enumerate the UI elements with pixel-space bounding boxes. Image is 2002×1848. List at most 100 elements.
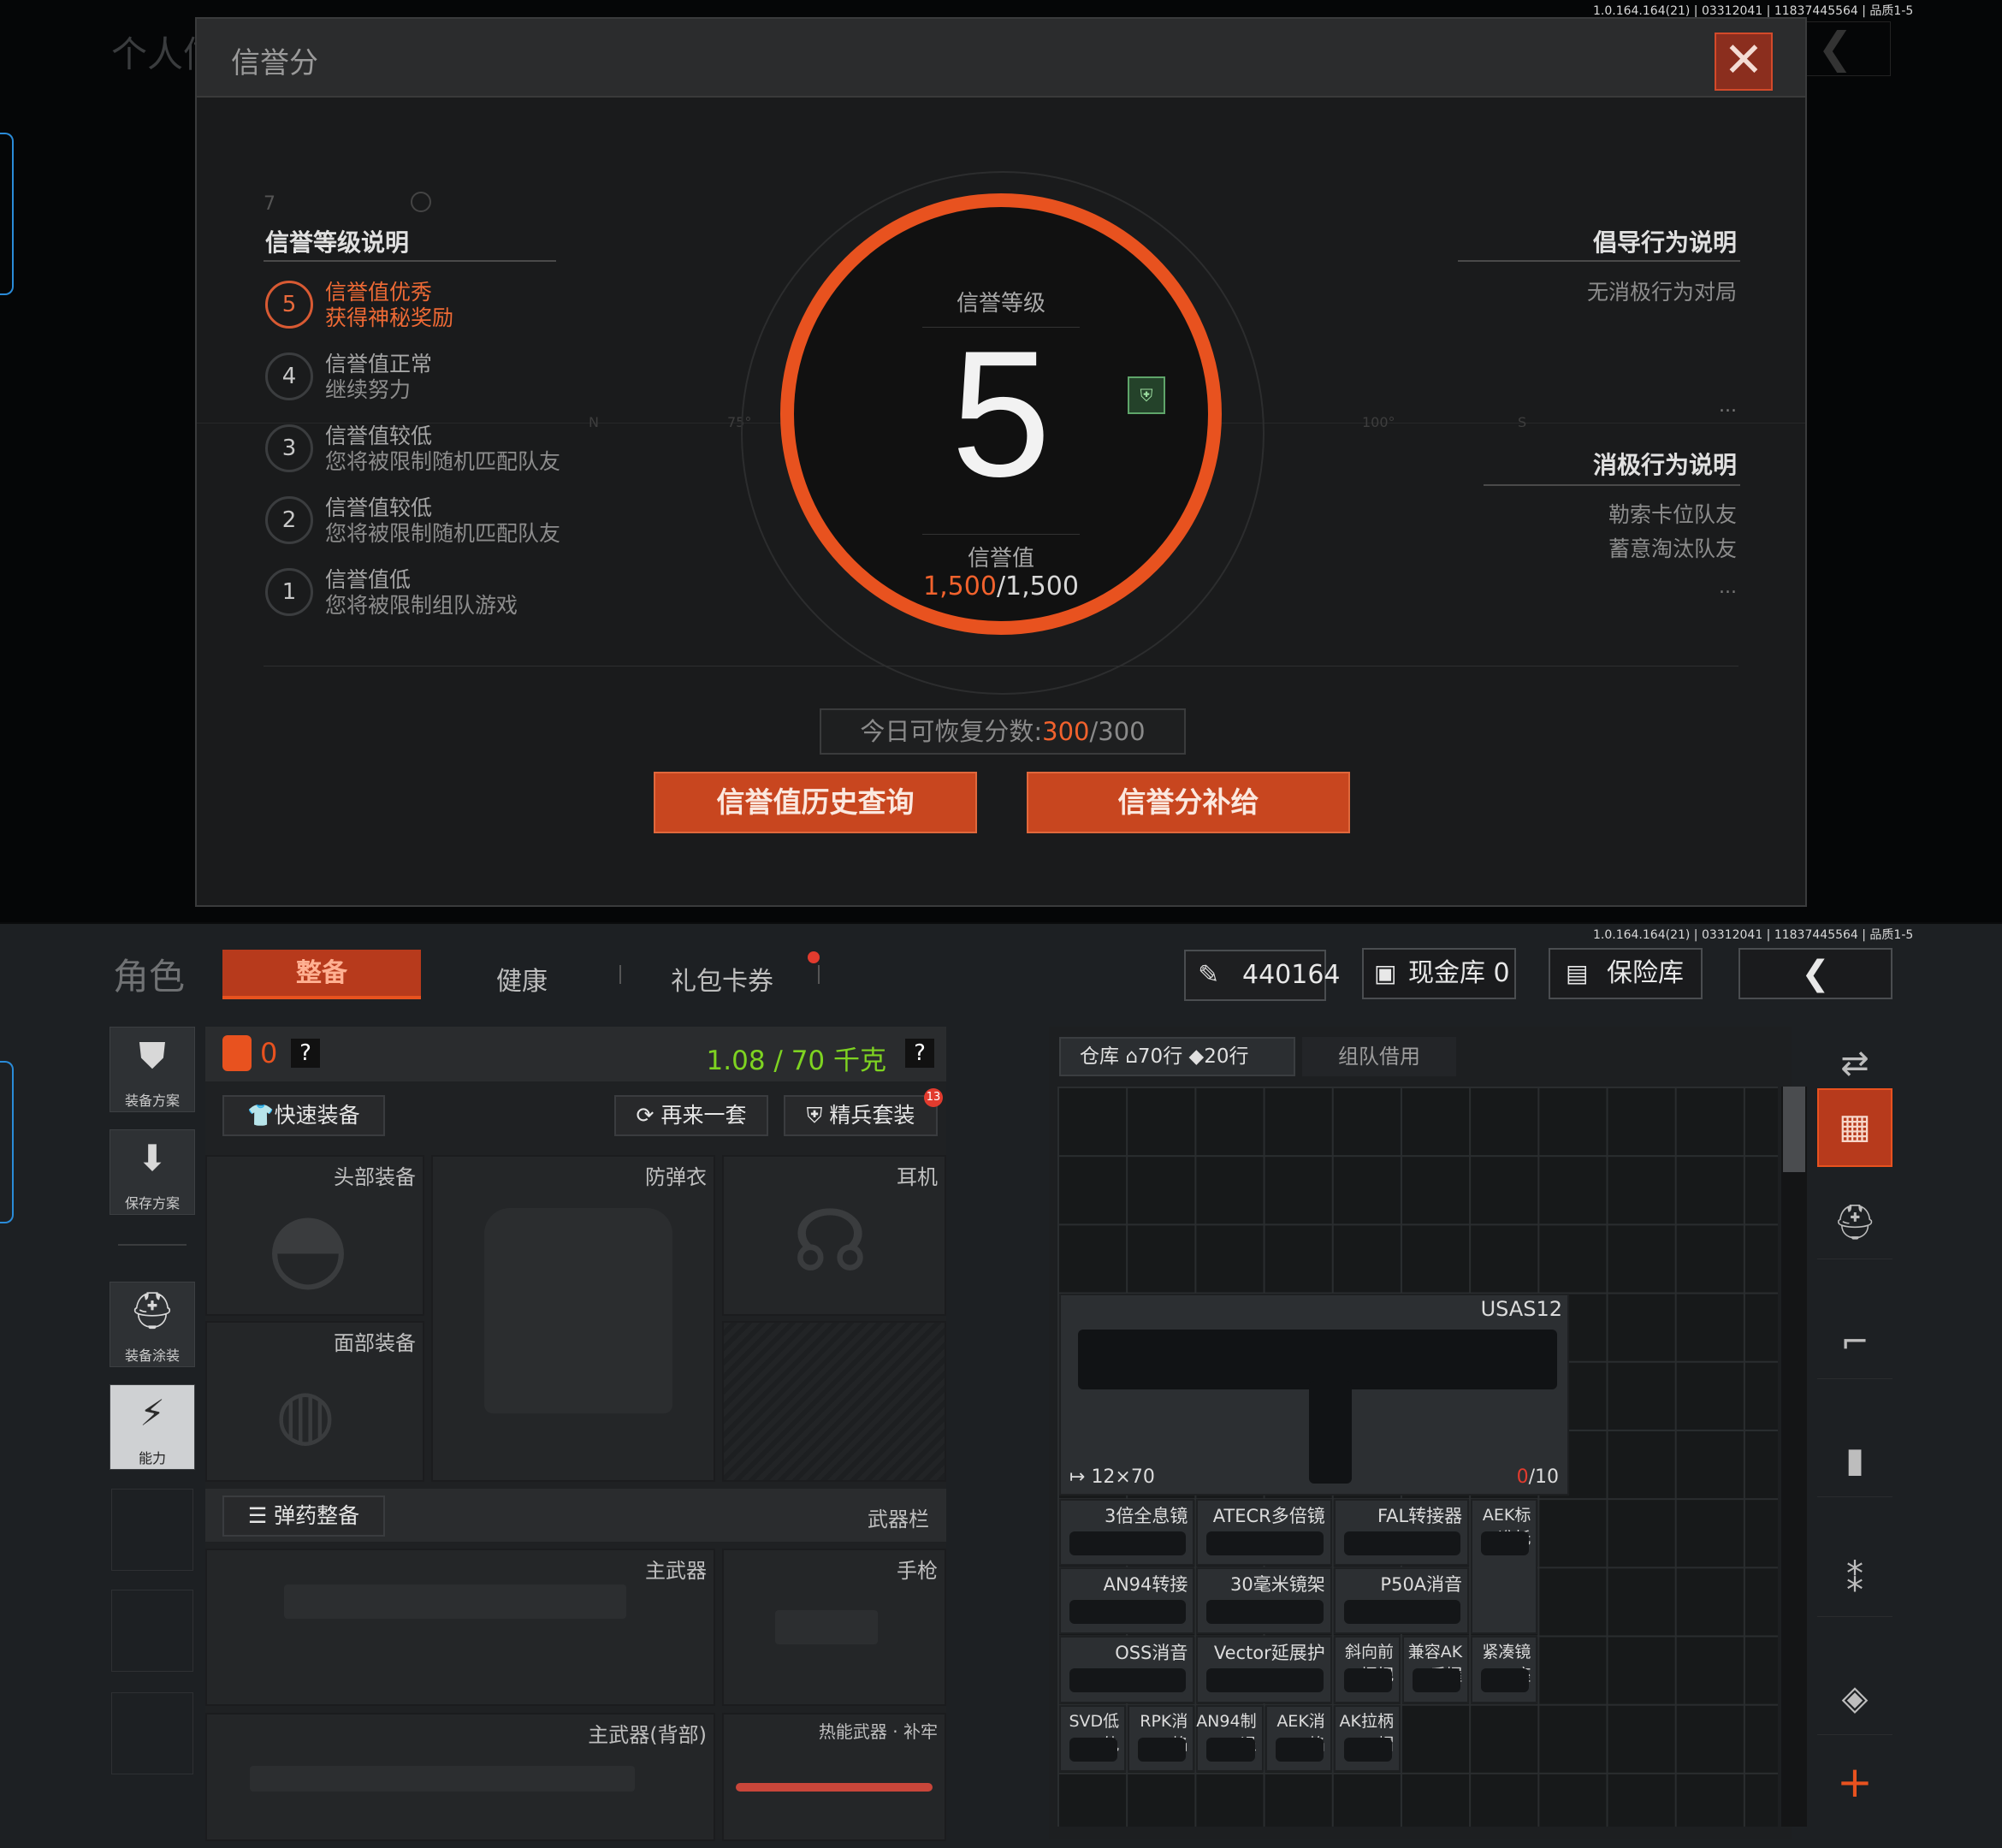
level-item: 2 信誉值较低 您将被限制随机匹配队友 — [265, 491, 625, 551]
level-number: 3 — [265, 424, 313, 472]
divider — [264, 260, 556, 262]
compass-mark: N — [589, 414, 599, 430]
elite-set-button[interactable]: ⛨ 精兵套装 — [784, 1095, 938, 1136]
attachment-filter-icon[interactable]: ◈ — [1817, 1661, 1892, 1735]
safe-box-button[interactable]: ▤ 保险库 — [1549, 948, 1703, 999]
pistol-slot[interactable]: 手枪 — [722, 1549, 946, 1706]
storage-item[interactable]: 斜向前握把 — [1333, 1636, 1401, 1703]
storage-item[interactable]: SVD低轨 — [1059, 1704, 1127, 1772]
help-icon[interactable]: ? — [291, 1039, 320, 1068]
negative-more[interactable]: ... — [1719, 577, 1737, 598]
item-name: 3倍全息镜 — [1105, 1506, 1188, 1526]
rifle-filter-icon[interactable]: ⌐ — [1817, 1306, 1892, 1379]
storage-item[interactable]: 紧凑镜座 — [1471, 1636, 1538, 1703]
storage-item[interactable]: Vector延展护 — [1196, 1636, 1332, 1703]
ammo-filter-icon[interactable]: ⁑ — [1817, 1543, 1892, 1617]
attachment-icon — [1069, 1531, 1187, 1555]
helmet-icon: ⛑ — [129, 1289, 175, 1331]
shield-icon: ⛨ — [806, 1103, 830, 1128]
warehouse-tab[interactable]: 仓库 ⌂70行 ◆20行 — [1059, 1037, 1295, 1076]
storage-item[interactable]: ATECR多倍镜 — [1196, 1499, 1332, 1567]
level-value: 5 — [951, 313, 1051, 514]
save-plan-button[interactable]: ⬇ 保存方案 — [110, 1129, 195, 1215]
negative-title: 消极行为说明 — [1592, 451, 1737, 479]
primary-weapon-slot[interactable]: 主武器 — [205, 1549, 715, 1706]
storage-item[interactable]: AN94制退 — [1196, 1704, 1264, 1772]
guide-item: 无消极行为对局 — [1586, 280, 1737, 305]
storage-item[interactable]: 30毫米镜架 — [1196, 1567, 1332, 1635]
equip-again-button[interactable]: ⟳ 再来一套 — [614, 1095, 768, 1136]
weight-value: 1.08 / 70 千克 — [706, 1045, 886, 1076]
scrollbar[interactable] — [1781, 1087, 1807, 1827]
level-desc: 您将被限制组队游戏 — [325, 593, 518, 618]
currency-display: ✎ 440164 — [1184, 950, 1341, 1001]
guide-more[interactable]: ... — [1719, 395, 1737, 417]
ability-button[interactable]: ⚡ 能力 — [110, 1384, 195, 1470]
melee-slot[interactable]: 热能武器 · 补牢 — [722, 1713, 946, 1841]
empty-side-slot — [111, 1692, 193, 1774]
attachment-icon — [1069, 1668, 1187, 1693]
all-items-icon[interactable]: ▦ — [1817, 1088, 1892, 1167]
add-icon[interactable]: + — [1817, 1745, 1892, 1819]
home-icon: ⌂ — [1125, 1045, 1138, 1068]
skin-button[interactable]: ⛑ 装备涂装 — [110, 1282, 195, 1367]
storage-item[interactable]: AK拉柄帽 — [1333, 1704, 1401, 1772]
item-name: OSS消音 — [1115, 1643, 1188, 1664]
storage-item[interactable]: AN94转接 — [1059, 1567, 1195, 1635]
divider — [922, 534, 1080, 535]
storage-item[interactable]: OSS消音 — [1059, 1636, 1195, 1703]
ability-label: 能力 — [138, 1450, 166, 1466]
safe-box-label: 保险库 — [1607, 958, 1684, 988]
role-title: 角色 — [113, 956, 186, 998]
score-current: 1,500 — [923, 572, 997, 601]
close-icon[interactable]: ✕ — [1715, 33, 1773, 91]
storage-item[interactable]: RPK消焰 — [1128, 1704, 1195, 1772]
storage-item[interactable]: AEK标准托 — [1471, 1499, 1538, 1635]
attachment-icon — [1275, 1737, 1324, 1762]
level-item: 4 信誉值正常 继续努力 — [265, 347, 625, 407]
tab-health[interactable]: 健康 — [496, 960, 548, 998]
cash-vault-button[interactable]: ▣ 现金库 0 — [1362, 948, 1516, 999]
item-name: P50A消音 — [1380, 1574, 1463, 1596]
score-supply-button[interactable]: 信誉分补给 — [1027, 772, 1350, 833]
loadout-plan-button[interactable]: ⛊ 装备方案 — [110, 1027, 195, 1112]
ammo-prep-button[interactable]: ☰ 弹药整备 — [222, 1496, 385, 1537]
tab-gift-coupons[interactable]: 礼包卡券 — [671, 960, 773, 998]
storage-item[interactable]: 3倍全息镜 — [1059, 1499, 1195, 1567]
storage-item-usas12[interactable]: USAS12 ↦ 12×70 0/10 — [1059, 1294, 1569, 1496]
item-mag: 0/10 — [1517, 1466, 1559, 1488]
reputation-screen: 个人信 ❮ 1.0.164.164(21) | 03312041 | 11837… — [0, 0, 2002, 922]
help-icon[interactable]: ? — [905, 1039, 934, 1068]
storage-item[interactable]: 兼容AK后握 — [1402, 1636, 1470, 1703]
vest-icon: ⛊ — [139, 1034, 166, 1076]
head-slot[interactable]: 头部装备 ◓ — [205, 1155, 424, 1316]
equip-again-label: 再来一套 — [660, 1103, 747, 1128]
level-explanation-title: 信誉等级说明 — [265, 228, 410, 257]
back-button[interactable]: ❮ — [1738, 948, 1892, 999]
money-icon: ✎ — [1198, 960, 1220, 990]
loadout-screen: 1.0.164.164(21) | 03312041 | 11837445564… — [0, 924, 2002, 1848]
team-borrow-tab[interactable]: 组队借用 — [1302, 1037, 1456, 1076]
storage-item[interactable]: FAL转接器 — [1333, 1499, 1470, 1567]
helmet-filter-icon[interactable]: ⛑ — [1817, 1186, 1892, 1259]
ammo-type-icon: ↦ — [1069, 1466, 1092, 1488]
scrollbar-thumb[interactable] — [1783, 1087, 1805, 1172]
score-value: 1,500/1,500 — [794, 572, 1208, 601]
back-weapon-slot[interactable]: 主武器(背部) — [205, 1713, 715, 1841]
restore-score: 今日可恢复分数:300/300 — [820, 708, 1186, 755]
magazine-filter-icon[interactable]: ▮ — [1817, 1424, 1892, 1497]
storage-item[interactable]: AEK消焰 — [1265, 1704, 1332, 1772]
history-query-button[interactable]: 信誉值历史查询 — [654, 772, 977, 833]
pistol-label: 手枪 — [897, 1559, 938, 1583]
tab-prep[interactable]: 整备 — [222, 950, 421, 999]
attachment-icon — [1206, 1737, 1255, 1762]
armor-count: 0 — [260, 1037, 278, 1069]
storage-item[interactable]: P50A消音 — [1333, 1567, 1470, 1635]
face-slot[interactable]: 面部装备 ◍ — [205, 1321, 424, 1482]
vest-slot[interactable]: 防弹衣 — [431, 1155, 715, 1482]
level-item: 1 信誉值低 您将被限制组队游戏 — [265, 563, 625, 623]
elite-set-label: 精兵套装 — [829, 1103, 915, 1128]
ear-slot[interactable]: 耳机 ☊ — [722, 1155, 946, 1316]
attachment-icon — [1343, 1668, 1392, 1693]
quick-equip-button[interactable]: 👕快速装备 — [222, 1095, 385, 1136]
